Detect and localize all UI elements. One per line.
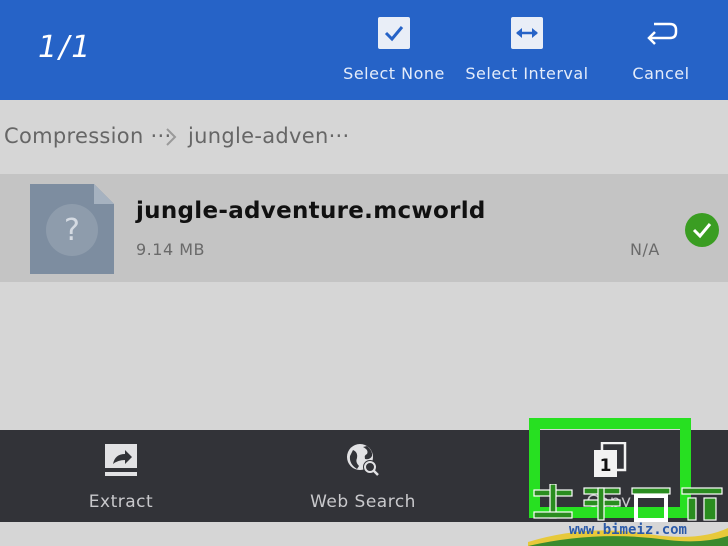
- unknown-file-icon: ?: [30, 184, 114, 274]
- select-none-button[interactable]: Select None: [329, 0, 459, 100]
- breadcrumb-item-jungle[interactable]: jungle-adven···: [188, 124, 350, 148]
- selection-count: 1/1: [38, 30, 93, 65]
- select-none-label: Select None: [343, 64, 445, 83]
- select-interval-label: Select Interval: [465, 64, 589, 83]
- extract-icon: [105, 444, 137, 476]
- checkbox-icon: [378, 17, 410, 49]
- double-arrow-icon: [511, 17, 543, 49]
- web-search-label: Web Search: [310, 492, 416, 512]
- file-list-empty-area: [0, 282, 728, 430]
- globe-search-icon: [347, 444, 379, 476]
- extract-button[interactable]: Extract: [21, 430, 221, 522]
- watermark-url: www.bimeiz.com: [568, 522, 687, 538]
- selected-check-icon[interactable]: [684, 212, 720, 248]
- svg-text:?: ?: [64, 213, 80, 248]
- file-date: N/A: [630, 240, 660, 259]
- chevron-right-icon: [166, 128, 177, 146]
- return-arrow-icon: [647, 22, 678, 45]
- cancel-label: Cancel: [632, 64, 690, 83]
- breadcrumb-item-compression[interactable]: Compression ···: [4, 124, 171, 148]
- file-name: jungle-adventure.mcworld: [136, 198, 486, 224]
- select-interval-button[interactable]: Select Interval: [462, 0, 592, 100]
- file-size: 9.14 MB: [136, 240, 205, 259]
- action-bar: 1/1 Select None Select Interval Cancel: [0, 0, 728, 100]
- web-search-button[interactable]: Web Search: [263, 430, 463, 522]
- cancel-button[interactable]: Cancel: [596, 0, 726, 100]
- breadcrumb: Compression ··· jungle-adven···: [0, 100, 728, 174]
- extract-label: Extract: [88, 492, 154, 512]
- file-list-item[interactable]: ? jungle-adventure.mcworld 9.14 MB N/A: [0, 174, 728, 282]
